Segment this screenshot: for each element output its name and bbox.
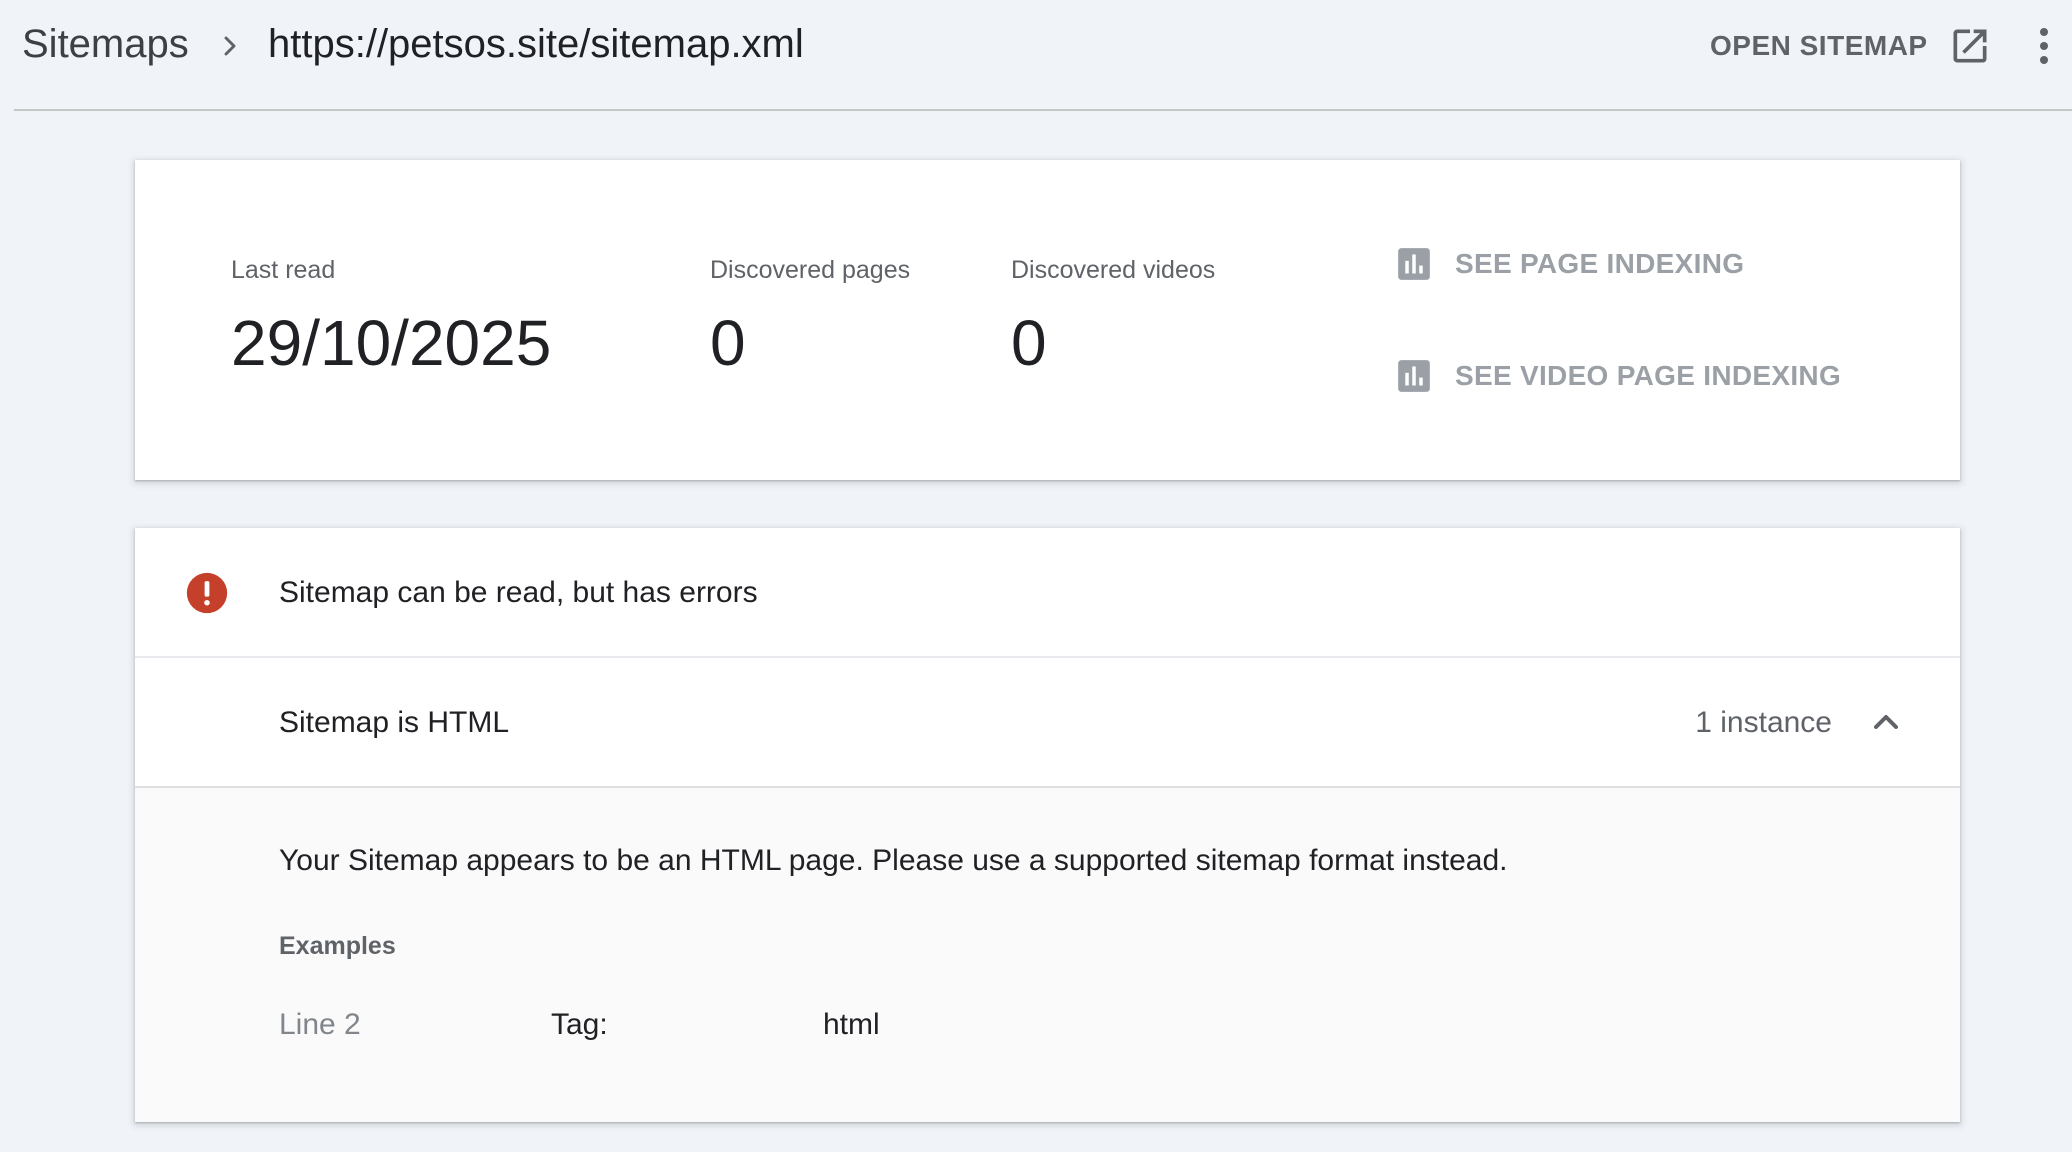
last-read-value: 29/10/2025: [231, 307, 552, 379]
discovered-videos-label: Discovered videos: [1011, 256, 1216, 284]
discovered-pages-label: Discovered pages: [710, 256, 911, 284]
issue-description: Your Sitemap appears to be an HTML page.…: [279, 844, 1508, 877]
issue-detail-panel: Your Sitemap appears to be an HTML page.…: [135, 788, 1960, 1122]
discovered-videos-value: 0: [1011, 307, 1047, 379]
breadcrumb-sitemaps-link[interactable]: Sitemaps: [22, 22, 189, 67]
example-tag-label: Tag:: [551, 1008, 608, 1041]
issue-title: Sitemap is HTML: [279, 706, 510, 739]
error-status-title: Sitemap can be read, but has errors: [279, 576, 758, 609]
see-page-indexing-label: SEE PAGE INDEXING: [1455, 248, 1745, 279]
open-sitemap-button[interactable]: OPEN SITEMAP: [1710, 22, 1992, 70]
see-video-page-indexing-button[interactable]: SEE VIDEO PAGE INDEXING: [1395, 354, 1841, 398]
open-in-new-icon: [1953, 29, 1987, 63]
open-sitemap-label: OPEN SITEMAP: [1710, 30, 1928, 61]
issue-row-sitemap-is-html[interactable]: Sitemap is HTML 1 instance: [135, 658, 1960, 788]
discovered-pages-value: 0: [710, 307, 746, 379]
chevron-right-icon: [224, 36, 236, 56]
issue-instance-count: 1 instance: [1695, 706, 1832, 739]
error-status-row: Sitemap can be read, but has errors: [135, 528, 1960, 658]
bar-chart-icon: [1398, 360, 1430, 392]
examples-heading: Examples: [279, 932, 396, 960]
example-tag-value: html: [823, 1008, 880, 1041]
last-read-label: Last read: [231, 256, 336, 284]
page-header: Sitemaps https://petsos.site/sitemap.xml…: [14, 0, 2072, 111]
sitemap-stats-card: Last read 29/10/2025 Discovered pages 0 …: [135, 160, 1960, 480]
example-line-number: Line 2: [279, 1008, 361, 1041]
bar-chart-icon: [1398, 248, 1430, 280]
breadcrumb-current-sitemap: https://petsos.site/sitemap.xml: [268, 22, 804, 66]
see-video-page-indexing-label: SEE VIDEO PAGE INDEXING: [1455, 360, 1842, 391]
more-vert-icon[interactable]: [2020, 22, 2068, 70]
error-icon: [186, 572, 228, 614]
sitemap-errors-card: Sitemap can be read, but has errors Site…: [135, 528, 1960, 1122]
chevron-up-icon[interactable]: [1866, 702, 1906, 742]
see-page-indexing-button[interactable]: SEE PAGE INDEXING: [1395, 242, 1744, 286]
